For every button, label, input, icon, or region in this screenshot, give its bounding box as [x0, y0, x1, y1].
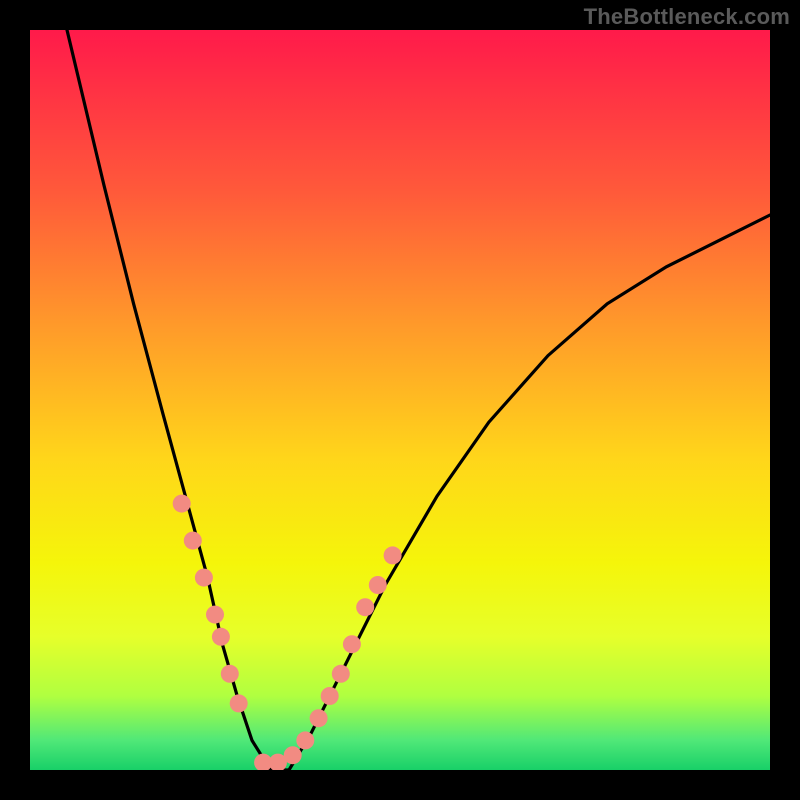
watermark-text: TheBottleneck.com: [584, 4, 790, 30]
marker-point: [221, 665, 239, 683]
marker-point: [310, 709, 328, 727]
marker-point: [206, 606, 224, 624]
marker-point: [369, 576, 387, 594]
chart-area: [30, 30, 770, 770]
marker-point: [230, 694, 248, 712]
highlighted-points: [173, 495, 402, 770]
bottleneck-curve: [67, 30, 770, 770]
marker-point: [343, 635, 361, 653]
marker-point: [356, 598, 374, 616]
marker-point: [321, 687, 339, 705]
chart-svg: [30, 30, 770, 770]
marker-point: [296, 731, 314, 749]
marker-point: [184, 532, 202, 550]
marker-point: [173, 495, 191, 513]
marker-point: [384, 546, 402, 564]
marker-point: [212, 628, 230, 646]
marker-point: [195, 569, 213, 587]
marker-point: [332, 665, 350, 683]
marker-point: [284, 746, 302, 764]
